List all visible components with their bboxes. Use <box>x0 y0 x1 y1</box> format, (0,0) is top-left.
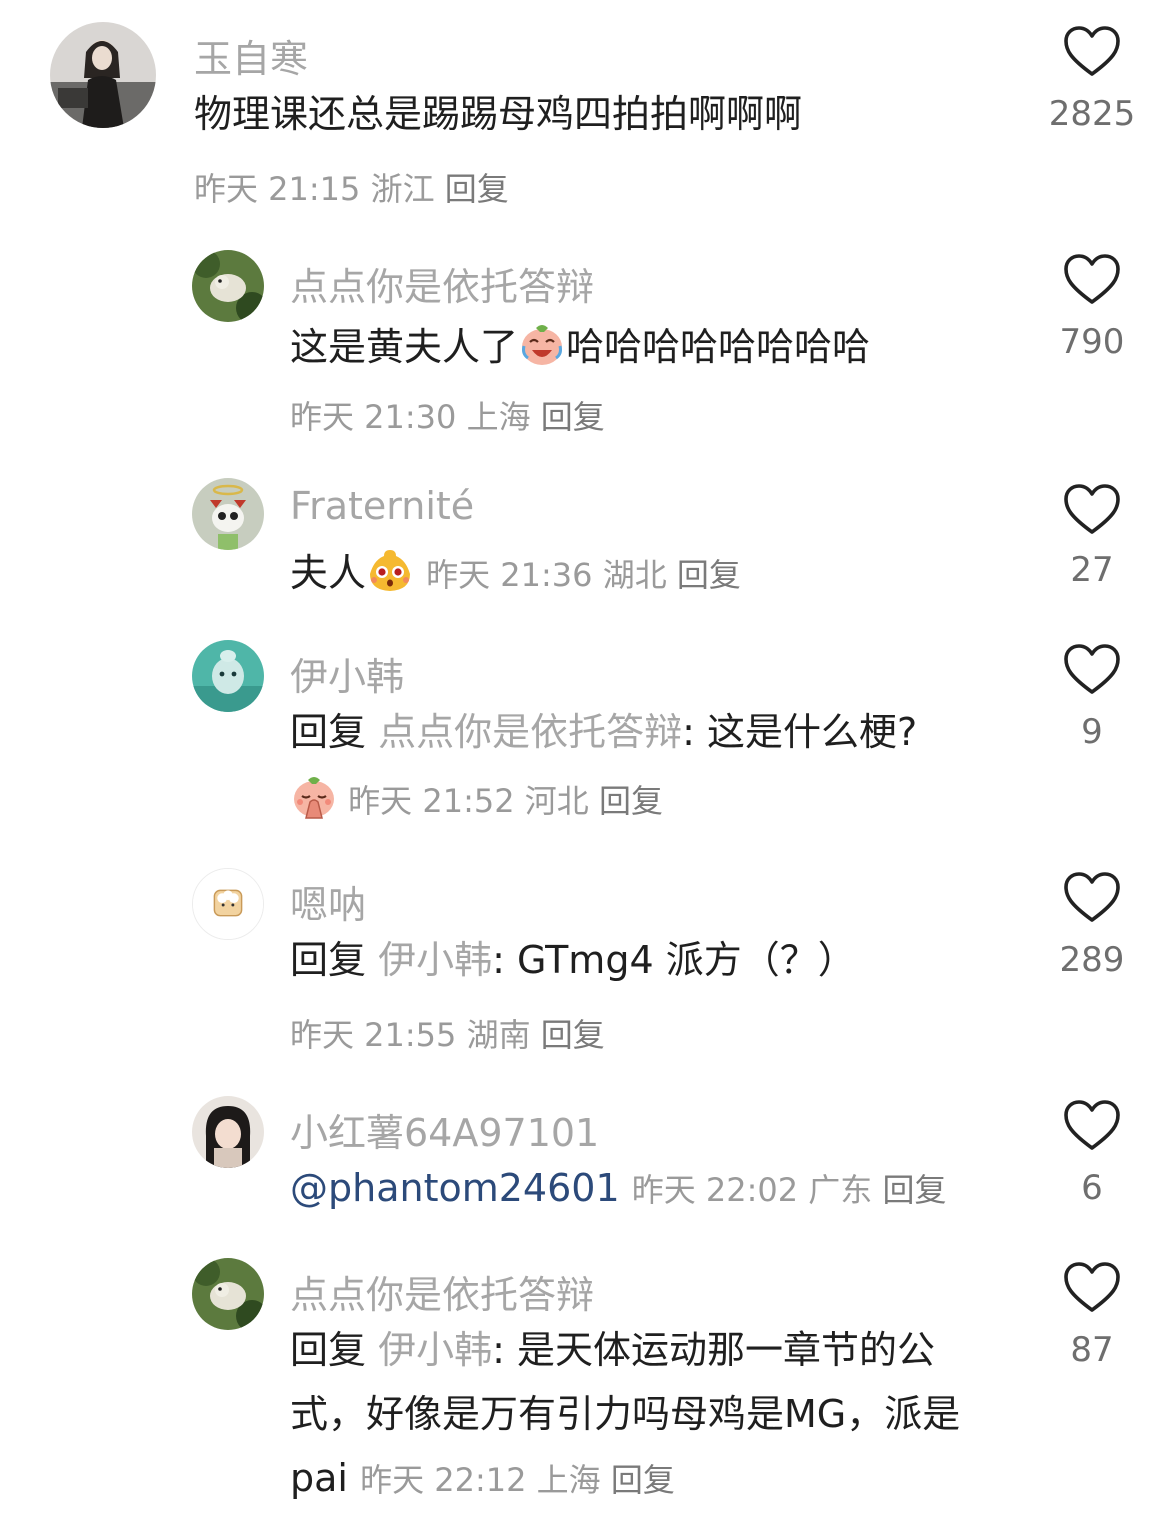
praying-face-emoji <box>290 772 338 820</box>
comment-text: 回复 点点你是依托答辩: 这是什么梗? <box>290 710 917 756</box>
like-button[interactable] <box>1062 642 1122 696</box>
like-count: 6 <box>1081 1168 1103 1208</box>
heart-outline-icon <box>1064 644 1120 694</box>
comment-text: @phantom24601 昨天 22:02 广东 回复 <box>290 1166 947 1212</box>
like-button[interactable] <box>1062 1260 1122 1314</box>
comment-text-part: 哈哈哈哈哈哈哈哈 <box>566 325 871 369</box>
location: 湖北 <box>602 556 667 594</box>
location: 河北 <box>524 782 589 820</box>
avatar[interactable] <box>192 250 264 322</box>
reply-button[interactable]: 回复 <box>541 398 605 436</box>
like-button[interactable] <box>1062 24 1122 78</box>
comment-meta: 昨天 21:15 浙江 回复 <box>194 164 509 210</box>
reply-button[interactable]: 回复 <box>611 1461 675 1499</box>
like-button[interactable] <box>1062 482 1122 536</box>
username[interactable]: 玉自寒 <box>194 28 308 83</box>
avatar[interactable] <box>192 478 264 550</box>
comment-text: 这是黄夫人了 哈哈哈哈哈哈哈哈 <box>290 320 870 371</box>
heart-outline-icon <box>1064 254 1120 304</box>
heart-outline-icon <box>1064 26 1120 76</box>
comment-text: 物理课还总是踢踢母鸡四拍拍啊啊啊 <box>194 92 803 136</box>
heart-outline-icon <box>1064 872 1120 922</box>
reply-target-user[interactable]: 点点你是依托答辩 <box>378 710 682 754</box>
timestamp: 昨天 22:12 <box>360 1461 527 1499</box>
reply-button[interactable]: 回复 <box>541 1016 605 1054</box>
timestamp: 昨天 21:30 <box>290 398 457 436</box>
like-count: 9 <box>1081 712 1103 752</box>
comment-meta: 昨天 22:02 广东 回复 <box>632 1171 947 1209</box>
timestamp: 昨天 21:15 <box>194 170 361 208</box>
timestamp: 昨天 21:52 <box>348 782 515 820</box>
comment-meta: 昨天 21:30 上海 回复 <box>290 392 605 438</box>
reply-button[interactable]: 回复 <box>882 1171 946 1209</box>
heart-outline-icon <box>1064 484 1120 534</box>
reply-prefix: 回复 <box>290 1328 367 1372</box>
avatar[interactable] <box>192 640 264 712</box>
reply-button[interactable]: 回复 <box>445 170 509 208</box>
username[interactable]: 伊小韩 <box>290 646 404 701</box>
location: 上海 <box>536 1461 601 1499</box>
avatar[interactable] <box>50 22 156 128</box>
avatar[interactable] <box>192 868 264 940</box>
like-count: 790 <box>1059 322 1125 362</box>
comment-text-part: 夫人 <box>290 551 367 595</box>
heart-outline-icon <box>1064 1262 1120 1312</box>
comment-text-part: : 这是什么梗? <box>682 710 918 754</box>
like-count: 2825 <box>1048 94 1136 134</box>
comment-text: 回复 伊小韩: 是天体运动那一章节的公式，好像是万有引力吗母鸡是MG，派是pai… <box>290 1318 990 1512</box>
comment-meta: 昨天 21:36 湖北 回复 <box>426 556 741 594</box>
like-button[interactable] <box>1062 1098 1122 1152</box>
avatar[interactable] <box>192 1258 264 1330</box>
timestamp: 昨天 21:55 <box>290 1016 457 1054</box>
surprised-face-emoji <box>366 546 414 594</box>
reply-target-user[interactable]: 伊小韩 <box>378 1328 492 1372</box>
comment-meta: 昨天 21:52 河北 回复 <box>290 772 663 822</box>
location: 广东 <box>808 1171 873 1209</box>
mention-link[interactable]: @phantom24601 <box>290 1166 620 1210</box>
comment-meta: 昨天 22:12 上海 回复 <box>360 1461 675 1499</box>
avatar[interactable] <box>192 1096 264 1168</box>
comment-text-part: : GTmg4 派方（？） <box>492 938 856 982</box>
username[interactable]: 小红薯64A97101 <box>290 1102 599 1157</box>
location: 湖南 <box>466 1016 531 1054</box>
like-button[interactable] <box>1062 252 1122 306</box>
like-count: 87 <box>1070 1330 1114 1370</box>
reply-button[interactable]: 回复 <box>677 556 741 594</box>
heart-outline-icon <box>1064 1100 1120 1150</box>
username[interactable]: Fraternité <box>290 484 474 528</box>
reply-prefix: 回复 <box>290 938 367 982</box>
comment-text-part: 这是黄夫人了 <box>290 325 519 369</box>
reply-prefix: 回复 <box>290 710 367 754</box>
location: 浙江 <box>370 170 435 208</box>
timestamp: 昨天 21:36 <box>426 556 593 594</box>
username[interactable]: 点点你是依托答辩 <box>290 256 594 311</box>
reply-target-user[interactable]: 伊小韩 <box>378 938 492 982</box>
comment-text: 夫人 昨天 21:36 湖北 回复 <box>290 546 741 597</box>
comment-text: 回复 伊小韩: GTmg4 派方（？） <box>290 938 856 984</box>
location: 上海 <box>466 398 531 436</box>
like-button[interactable] <box>1062 870 1122 924</box>
reply-button[interactable]: 回复 <box>599 782 663 820</box>
username[interactable]: 点点你是依托答辩 <box>290 1264 594 1319</box>
like-count: 289 <box>1059 940 1125 980</box>
comment-meta: 昨天 21:55 湖南 回复 <box>290 1010 605 1056</box>
timestamp: 昨天 22:02 <box>631 1171 799 1209</box>
like-count: 27 <box>1070 550 1114 590</box>
username[interactable]: 嗯呐 <box>290 874 366 929</box>
laughing-crying-emoji <box>518 320 566 368</box>
